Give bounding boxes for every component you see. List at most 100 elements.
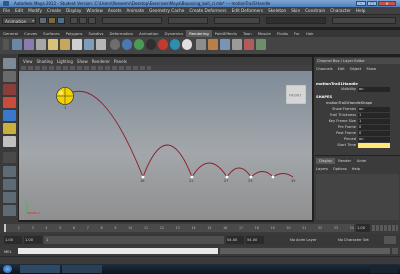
menu-create[interactable]: Create xyxy=(47,8,61,13)
menu-window[interactable]: Window xyxy=(86,8,103,13)
hypershade-icon[interactable] xyxy=(232,39,242,50)
four-view-layout-icon[interactable] xyxy=(3,179,16,190)
spot-light-icon[interactable] xyxy=(72,39,82,50)
menu-set-dropdown[interactable]: Animation ▾ xyxy=(2,17,36,24)
close-button[interactable]: ✕ xyxy=(378,1,396,6)
time-slider[interactable]: 1 2 3 4 5 6 7 8 9 10 11 12 13 14 15 16 17 18 19 20 21 22 23 24 … xyxy=(0,222,400,234)
shelf-tab-rendering[interactable]: Rendering xyxy=(186,30,212,37)
open-scene-icon[interactable] xyxy=(48,17,56,24)
paint-select-tool-icon[interactable] xyxy=(3,84,16,95)
move-tool-icon[interactable] xyxy=(3,97,16,108)
ambient-light-icon[interactable] xyxy=(36,39,46,50)
rotate-tool-icon[interactable] xyxy=(3,110,16,121)
attr-value[interactable]: on xyxy=(358,137,390,142)
channel-menu-object[interactable]: Object xyxy=(350,67,362,71)
input-line-field[interactable] xyxy=(266,17,326,24)
select-object-icon[interactable] xyxy=(79,17,87,24)
attr-value[interactable]: on xyxy=(358,87,390,92)
system-tray[interactable] xyxy=(370,265,398,273)
render-view-icon[interactable] xyxy=(256,39,266,50)
attr-value[interactable]: 1 xyxy=(358,119,390,124)
shelf-tab-fluids[interactable]: Fluids xyxy=(274,30,291,37)
menu-modify[interactable]: Modify xyxy=(28,8,42,13)
taskbar-item[interactable] xyxy=(62,265,102,273)
attr-value[interactable]: 0 xyxy=(358,125,390,130)
current-frame-field[interactable]: 1.00 xyxy=(356,224,370,232)
layer-menu-help[interactable]: Help xyxy=(352,167,360,171)
persp-graph-layout-icon[interactable] xyxy=(3,205,16,216)
attr-row-pre-frame[interactable]: Pre Frame 0 xyxy=(314,125,394,130)
attr-row-start-time[interactable]: Start Time xyxy=(314,143,394,148)
shelf-tab-painteffects[interactable]: PaintEffects xyxy=(212,30,240,37)
shelf-tab-subdivs[interactable]: Subdivs xyxy=(86,30,107,37)
menu-create-deformers[interactable]: Create Deformers xyxy=(189,8,226,13)
layer-tab-anim[interactable]: Anim xyxy=(354,158,369,164)
playback-end-field[interactable]: 54.00 xyxy=(226,236,244,244)
menu-file[interactable]: File xyxy=(3,8,10,13)
shelf-tab-polygons[interactable]: Polygons xyxy=(63,30,86,37)
menu-edit[interactable]: Edit xyxy=(15,8,23,13)
single-view-layout-icon[interactable] xyxy=(3,166,16,177)
render-icon[interactable] xyxy=(196,39,206,50)
viewport-menu-show[interactable]: Show xyxy=(77,59,88,64)
manipulator-tool-icon[interactable] xyxy=(3,136,16,147)
layer-list[interactable] xyxy=(316,174,399,220)
ipr-render-icon[interactable] xyxy=(208,39,218,50)
character-set-dropdown[interactable]: No Character Set xyxy=(338,236,380,244)
shelf-tab-surfaces[interactable]: Surfaces xyxy=(40,30,62,37)
camera-icon[interactable] xyxy=(12,39,22,50)
attr-row-post-frame[interactable]: Post Frame 0 xyxy=(314,131,394,136)
anim-layer-dropdown[interactable]: No Anim Layer xyxy=(290,236,332,244)
lambert-shader-icon[interactable] xyxy=(110,39,120,50)
blinn-shader-icon[interactable] xyxy=(122,39,132,50)
animation-start-field[interactable]: 1.00 xyxy=(4,236,22,244)
animation-end-field[interactable]: 54.00 xyxy=(246,236,264,244)
viewport-menu-shading[interactable]: Shading xyxy=(37,59,53,64)
area-light-icon[interactable] xyxy=(84,39,94,50)
shelf-tab-animation[interactable]: Animation xyxy=(136,30,161,37)
attr-row-key-frame-size[interactable]: Key Frame Size 1 xyxy=(314,119,394,124)
menu-animate[interactable]: Animate xyxy=(127,8,145,13)
layer-menu-layers[interactable]: Layers xyxy=(316,167,328,171)
shelf-tab-general[interactable]: General xyxy=(0,30,21,37)
batch-render-icon[interactable] xyxy=(244,39,254,50)
history-render-icons[interactable] xyxy=(214,17,260,24)
new-scene-icon[interactable] xyxy=(39,17,47,24)
attr-row-trail-thickness[interactable]: Trail Thickness 1 xyxy=(314,113,394,118)
layer-menu-options[interactable]: Options xyxy=(333,167,347,171)
selected-object-name[interactable]: motionTrail1Handle xyxy=(316,81,396,86)
select-component-icon[interactable] xyxy=(88,17,96,24)
shape-node-name[interactable]: motionTrail1HandleShape xyxy=(326,101,396,105)
save-scene-icon[interactable] xyxy=(57,17,65,24)
persp-outliner-layout-icon[interactable] xyxy=(3,192,16,203)
viewport-panel[interactable]: 1 16 22 27 33 35 FRONT y x xyxy=(19,71,312,220)
shelf-menu-icon[interactable] xyxy=(3,39,9,50)
volume-light-icon[interactable] xyxy=(96,39,106,50)
minimize-button[interactable]: – xyxy=(356,1,366,6)
attr-value[interactable]: on xyxy=(358,107,390,112)
use-background-icon[interactable] xyxy=(182,39,192,50)
shelf-tab-dynamics[interactable]: Dynamics xyxy=(162,30,187,37)
layered-shader-icon[interactable] xyxy=(170,39,180,50)
shelf-tab-deformation[interactable]: Deformation xyxy=(106,30,136,37)
channel-menu-show[interactable]: Show xyxy=(366,67,376,71)
select-tool-icon[interactable] xyxy=(3,58,16,69)
start-button-icon[interactable] xyxy=(3,265,12,273)
menu-assets[interactable]: Assets xyxy=(108,8,122,13)
channel-box-tab[interactable]: Channel Box / Layer Editor xyxy=(316,58,400,64)
shelf-tab-muscle[interactable]: Muscle xyxy=(255,30,274,37)
attr-value[interactable]: 1 xyxy=(358,113,390,118)
channel-menu-channels[interactable]: Channels xyxy=(316,67,333,71)
menu-skin[interactable]: Skin xyxy=(291,8,300,13)
sidebar-toggle-icons[interactable] xyxy=(332,17,396,24)
scale-tool-icon[interactable] xyxy=(3,123,16,134)
shelf-tab-hair[interactable]: Hair xyxy=(303,30,317,37)
shelf-tab-toon[interactable]: Toon xyxy=(240,30,255,37)
viewport-menu-view[interactable]: View xyxy=(23,59,33,64)
point-light-icon[interactable] xyxy=(60,39,70,50)
viewport-toolbar-icons[interactable] xyxy=(21,66,151,70)
maximize-button[interactable]: □ xyxy=(367,1,377,6)
attr-row-pinned[interactable]: Pinned on xyxy=(314,137,394,142)
time-slider-track[interactable]: 1 2 3 4 5 6 7 8 9 10 11 12 13 14 15 16 17 18 19 20 21 22 23 24 xyxy=(4,224,354,232)
attr-value[interactable]: 0 xyxy=(358,131,390,136)
